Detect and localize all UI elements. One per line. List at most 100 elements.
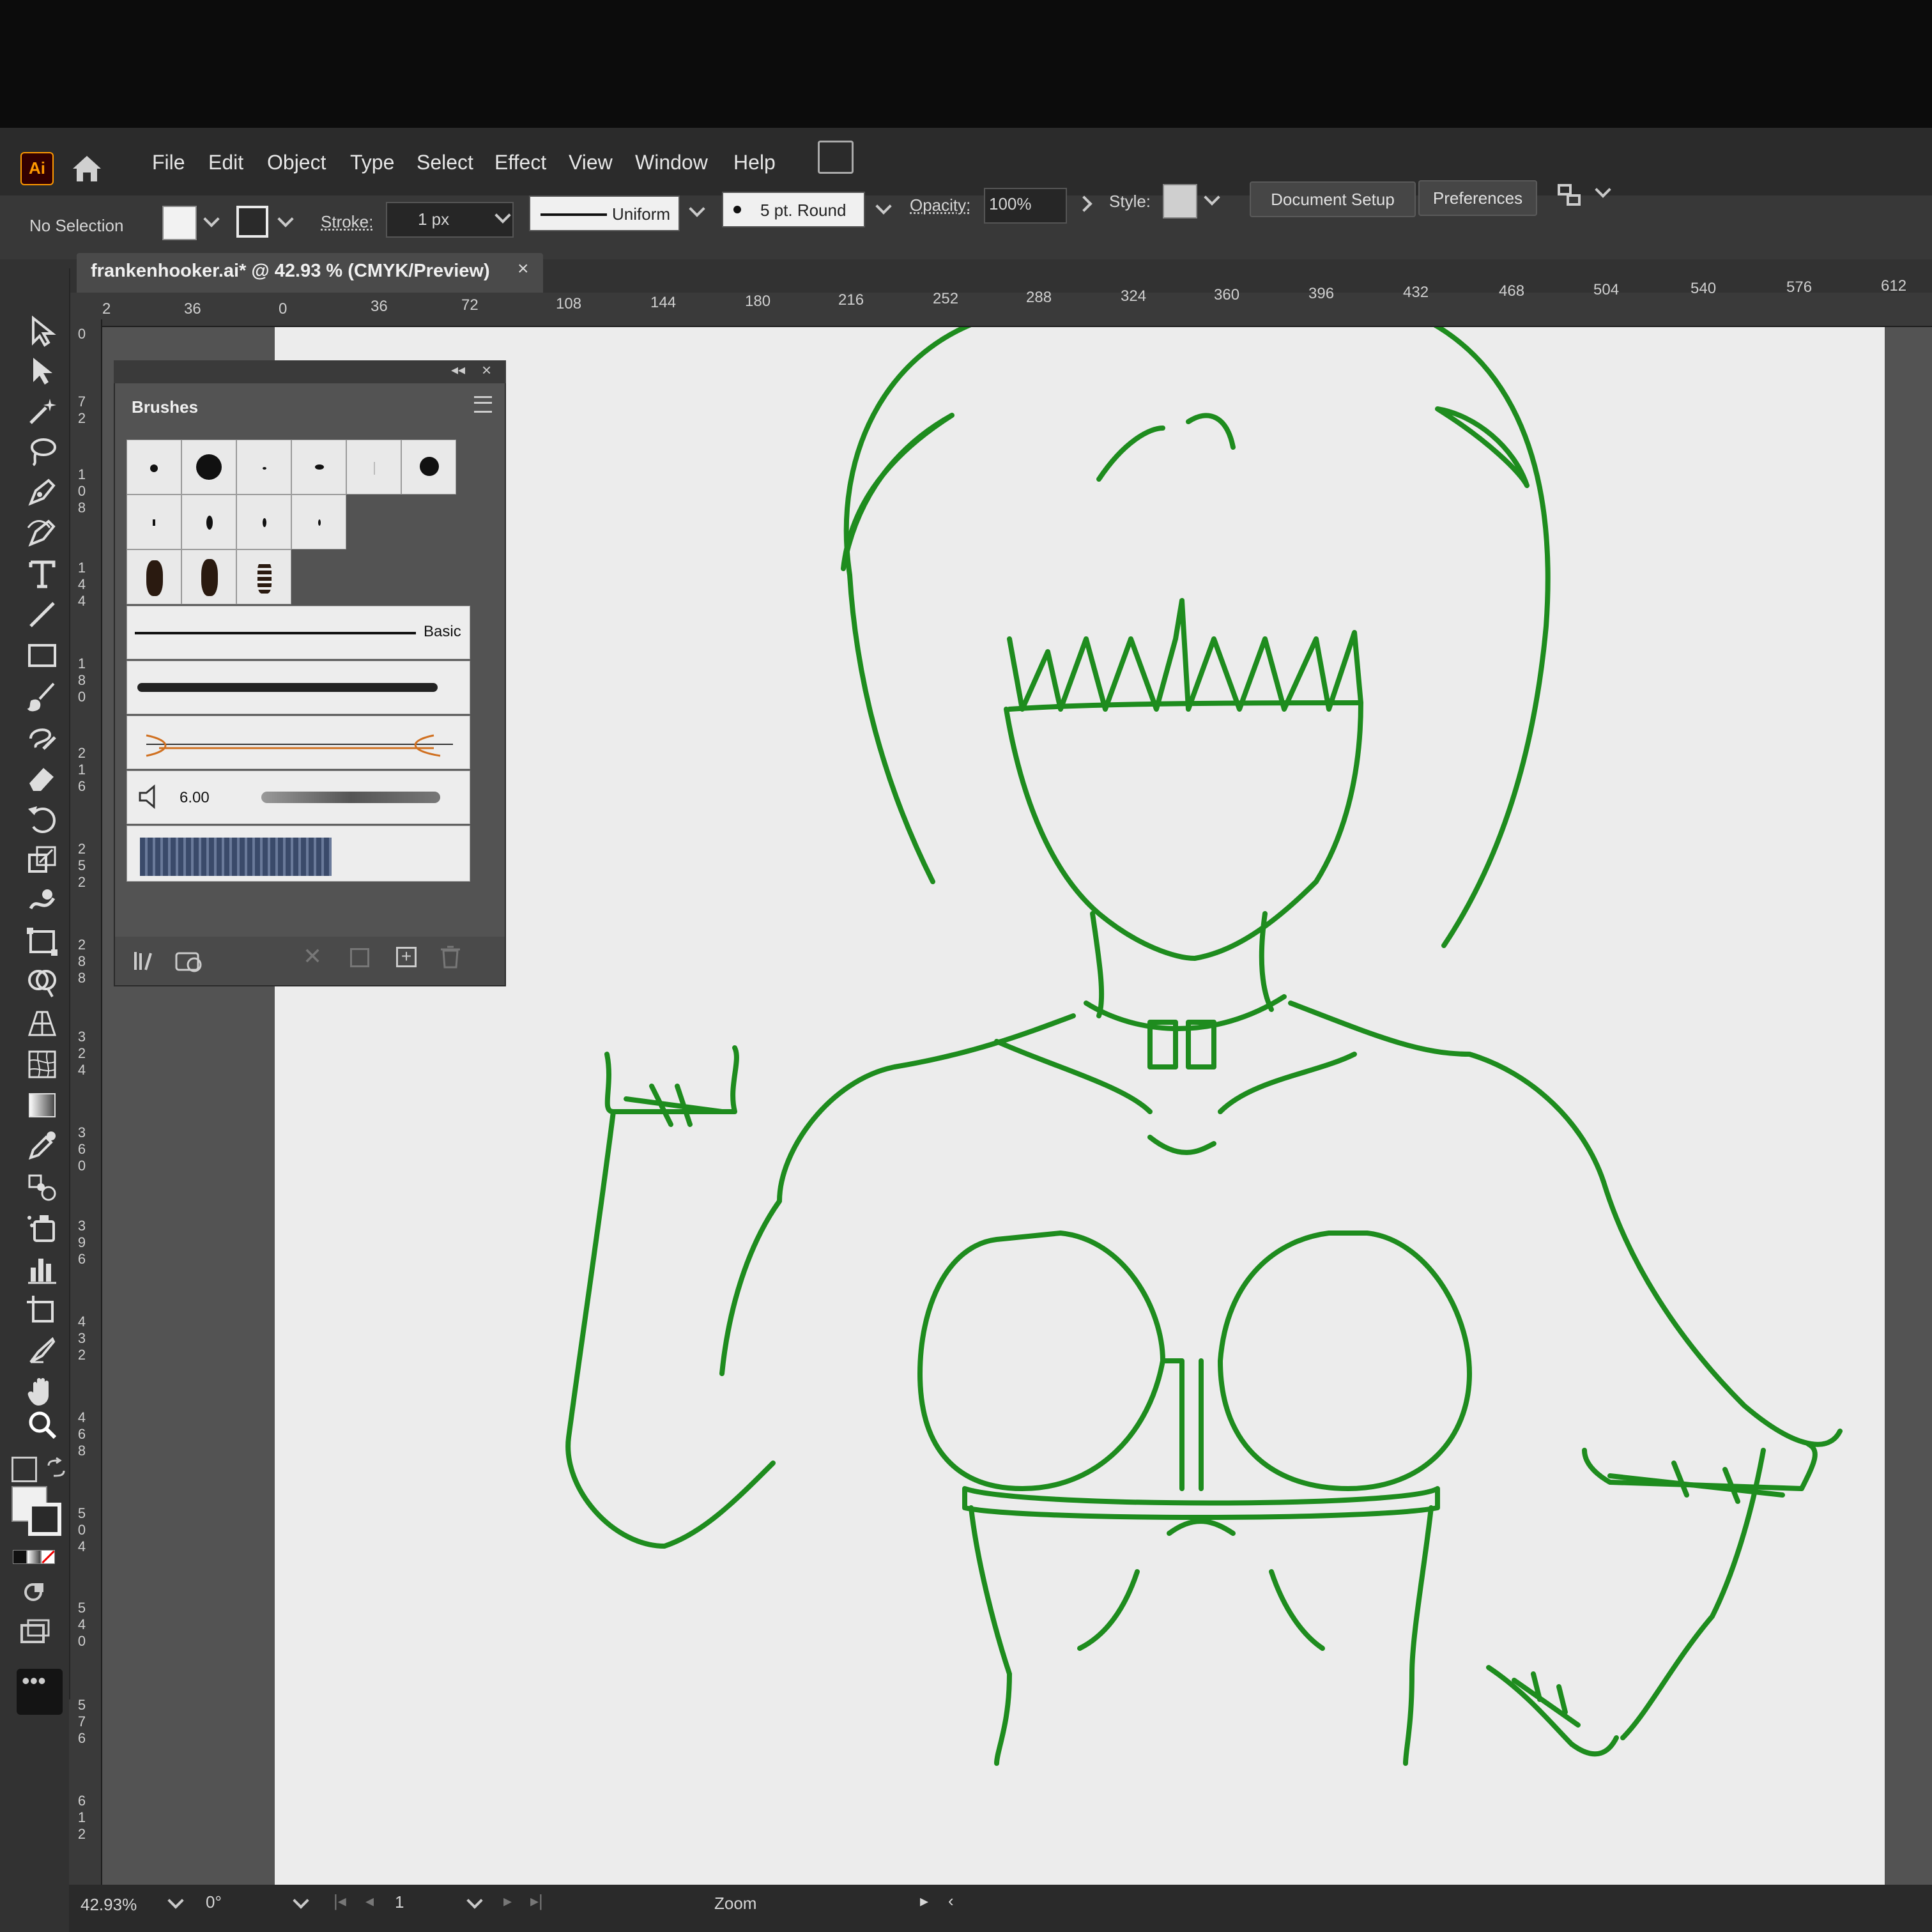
graphic-style-swatch[interactable] <box>1163 184 1197 218</box>
color-mode-icons[interactable] <box>13 1550 55 1564</box>
menu-select[interactable]: Select <box>417 151 473 174</box>
brush-swatch[interactable] <box>126 494 181 549</box>
close-panel-icon[interactable]: × <box>482 360 491 380</box>
remove-brush-stroke-icon[interactable]: ✕ <box>303 943 322 970</box>
brush-libraries-icon[interactable] <box>132 948 160 974</box>
artboard-tool-icon[interactable] <box>24 1292 60 1328</box>
zoom-level[interactable]: 42.93% <box>80 1895 137 1915</box>
rotation-value[interactable]: 0° <box>206 1892 222 1912</box>
paintbrush-tool-icon[interactable] <box>24 678 60 714</box>
menu-type[interactable]: Type <box>350 151 394 174</box>
opacity-label[interactable]: Opacity: <box>910 195 970 215</box>
menu-help[interactable]: Help <box>733 151 776 174</box>
new-brush-icon[interactable]: + <box>396 947 417 967</box>
type-tool-icon[interactable] <box>24 556 60 592</box>
scroll-left-icon[interactable]: ‹ <box>948 1891 954 1911</box>
menu-object[interactable]: Object <box>267 151 326 174</box>
panel-menu-icon[interactable] <box>474 396 492 413</box>
brush-swatch[interactable] <box>181 549 236 604</box>
libraries-panel-icon[interactable] <box>172 947 206 975</box>
fill-swatch[interactable] <box>162 206 197 240</box>
brush-swatch[interactable] <box>181 440 236 494</box>
rectangle-tool-icon[interactable] <box>24 638 60 673</box>
blend-tool-icon[interactable] <box>24 1169 60 1205</box>
swap-colors-icon[interactable] <box>45 1457 68 1480</box>
magic-wand-icon[interactable] <box>24 394 60 429</box>
eyedropper-icon[interactable] <box>24 1128 60 1164</box>
brush-swatch[interactable] <box>236 440 291 494</box>
brush-swatch[interactable] <box>291 494 346 549</box>
symbol-sprayer-icon[interactable] <box>24 1210 60 1246</box>
shaper-tool-icon[interactable] <box>24 719 60 755</box>
brush-swatch[interactable] <box>291 440 346 494</box>
brush-swatch[interactable] <box>346 440 401 494</box>
delete-brush-icon[interactable] <box>440 944 461 969</box>
last-artboard-icon[interactable]: ▸| <box>530 1891 543 1911</box>
ruler-tick: 252 <box>77 841 86 890</box>
brush-swatch[interactable] <box>236 494 291 549</box>
brush-options-icon[interactable] <box>350 948 369 967</box>
basic-brush-row[interactable]: Basic <box>126 606 470 659</box>
document-tab-title: frankenhooker.ai* @ 42.93 % (CMYK/Previe… <box>91 261 490 281</box>
previous-artboard-icon[interactable]: ◂ <box>365 1891 374 1911</box>
brush-swatch[interactable] <box>401 440 456 494</box>
brushes-panel-header[interactable] <box>114 360 506 383</box>
pen-tool-icon[interactable] <box>24 474 60 510</box>
perspective-grid-icon[interactable] <box>24 1006 60 1041</box>
selection-tool-icon[interactable] <box>24 313 60 349</box>
lasso-icon[interactable] <box>24 433 60 469</box>
free-transform-icon[interactable] <box>24 924 60 960</box>
eraser-tool-icon[interactable] <box>24 760 60 796</box>
artboard[interactable] <box>275 294 1885 1891</box>
brush-swatch[interactable] <box>126 440 181 494</box>
brush-swatch[interactable] <box>236 549 291 604</box>
warp-tool-icon[interactable] <box>24 883 60 919</box>
gradient-tool-icon[interactable] <box>24 1087 60 1123</box>
brush-swatch[interactable] <box>126 549 181 604</box>
stroke-swatch[interactable] <box>236 206 268 238</box>
collapse-panel-icon[interactable]: ◂◂ <box>451 362 465 378</box>
arrange-documents-icon[interactable] <box>818 141 854 174</box>
next-artboard-icon[interactable]: ▸ <box>503 1891 512 1911</box>
arrow-brush-row[interactable] <box>126 716 470 769</box>
close-document-icon[interactable]: × <box>518 258 529 280</box>
line-tool-icon[interactable] <box>24 597 60 632</box>
column-graph-icon[interactable] <box>24 1251 60 1287</box>
menu-window[interactable]: Window <box>635 151 708 174</box>
more-tools-icon[interactable]: ••• <box>22 1667 46 1694</box>
bristle-brush-row[interactable]: 6.00 <box>126 770 470 824</box>
home-icon[interactable] <box>69 151 105 187</box>
pattern-brush-row[interactable] <box>126 825 470 882</box>
scale-tool-icon[interactable] <box>24 842 60 878</box>
rotate-tool-icon[interactable] <box>24 801 60 837</box>
artboard-number[interactable]: 1 <box>395 1892 404 1912</box>
charcoal-brush-row[interactable] <box>126 661 470 714</box>
curvature-tool-icon[interactable] <box>24 515 60 551</box>
menu-file[interactable]: File <box>152 151 185 174</box>
first-artboard-icon[interactable]: |◂ <box>334 1891 346 1911</box>
vertical-ruler[interactable] <box>69 319 102 1885</box>
zoom-tool-icon[interactable] <box>24 1407 60 1443</box>
screen-mode-icon[interactable] <box>19 1616 51 1648</box>
document-setup-button[interactable]: Document Setup <box>1250 181 1416 217</box>
direct-selection-tool-icon[interactable] <box>24 353 60 388</box>
slice-tool-icon[interactable] <box>24 1333 60 1368</box>
stroke-color-swatch[interactable] <box>28 1503 61 1536</box>
default-colors-icon[interactable] <box>12 1457 37 1482</box>
menu-edit[interactable]: Edit <box>208 151 243 174</box>
status-menu-arrow-icon[interactable]: ▸ <box>920 1891 928 1911</box>
mesh-tool-icon[interactable] <box>24 1046 60 1082</box>
horizontal-ruler[interactable] <box>70 293 1932 327</box>
style-label: Style: <box>1109 192 1151 211</box>
hand-tool-icon[interactable] <box>24 1374 60 1409</box>
ruler-tick: 504 <box>77 1505 86 1554</box>
stroke-weight-field[interactable] <box>386 202 514 238</box>
brush-swatch[interactable] <box>181 494 236 549</box>
preferences-button[interactable]: Preferences <box>1418 180 1537 216</box>
menu-effect[interactable]: Effect <box>494 151 546 174</box>
shape-builder-icon[interactable] <box>24 965 60 1000</box>
menu-view[interactable]: View <box>569 151 613 174</box>
draw-mode-icon[interactable] <box>19 1575 51 1607</box>
stroke-label[interactable]: Stroke: <box>321 212 373 232</box>
align-options-icon[interactable] <box>1554 179 1586 211</box>
